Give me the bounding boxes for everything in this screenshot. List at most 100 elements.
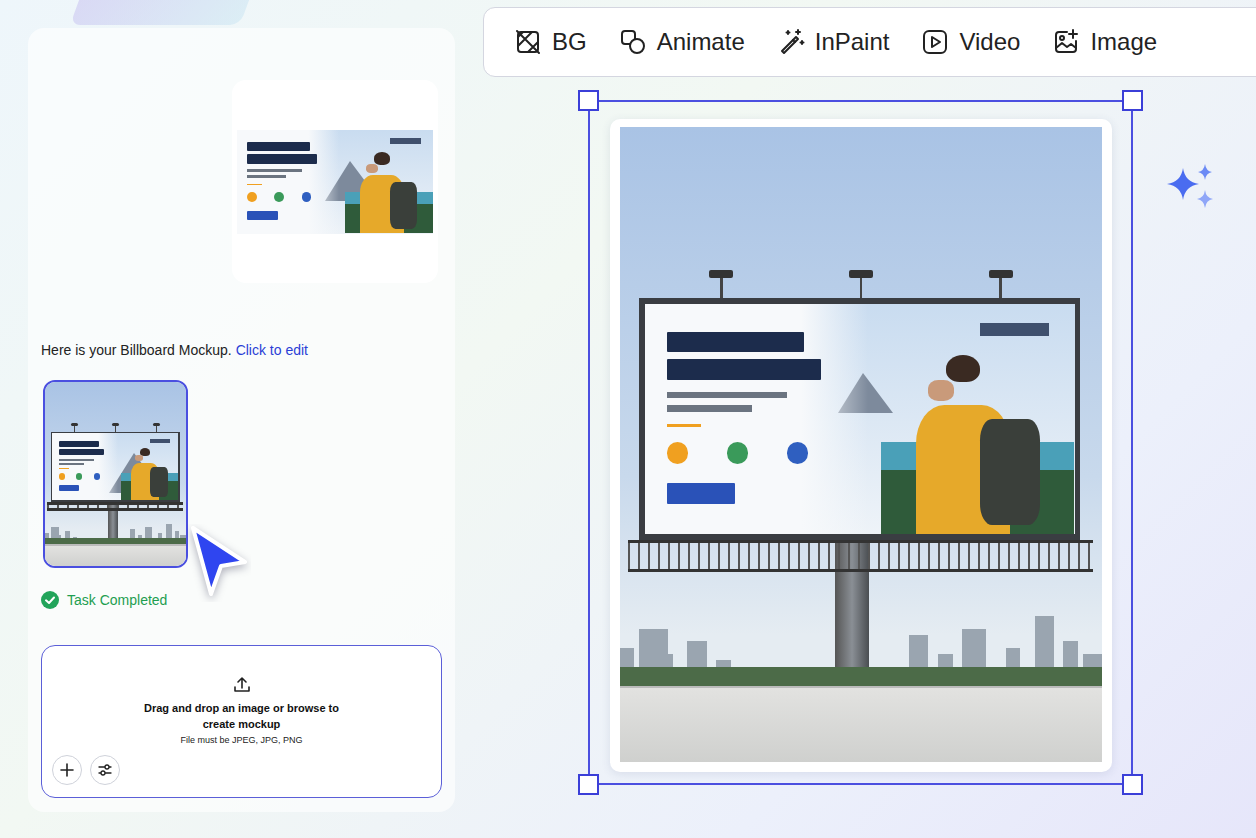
ad-feature-dot bbox=[727, 442, 748, 463]
toolbar-label: Image bbox=[1090, 24, 1157, 60]
video-icon bbox=[921, 28, 949, 56]
toolbar-item[interactable]: Image bbox=[1052, 24, 1157, 60]
ad-logo bbox=[980, 323, 1049, 337]
ad-backpack bbox=[390, 182, 417, 230]
message: Here is your Billboard Mockup.Click to e… bbox=[41, 340, 442, 360]
add-button[interactable] bbox=[52, 755, 82, 785]
sparkle-icon bbox=[1163, 162, 1217, 210]
ad-feature-dot bbox=[667, 442, 688, 463]
toolbar-label: Animate bbox=[657, 24, 745, 60]
ad-design-image bbox=[237, 130, 433, 234]
wall bbox=[45, 544, 186, 566]
bg-icon bbox=[514, 28, 542, 56]
ad-feature-dot bbox=[302, 192, 312, 202]
catwalk bbox=[628, 540, 1093, 572]
lamp-arm bbox=[999, 276, 1002, 298]
toolbar-item[interactable]: Video bbox=[921, 24, 1020, 60]
cursor-icon bbox=[187, 524, 251, 602]
task-status: Task Completed bbox=[41, 590, 442, 610]
resize-handle[interactable] bbox=[1122, 90, 1143, 111]
canvas-card bbox=[610, 119, 1112, 772]
upload-note: File must be JPEG, JPG, PNG bbox=[52, 733, 431, 747]
ad-feature-dot bbox=[76, 473, 82, 479]
animate-icon bbox=[619, 28, 647, 56]
ad-feature-dot bbox=[274, 192, 284, 202]
ad-accent bbox=[59, 468, 69, 469]
catwalk bbox=[47, 502, 183, 511]
ad-backpack bbox=[980, 419, 1040, 525]
upload-title: Drag and drop an image or browse to bbox=[52, 700, 431, 716]
billboard-board bbox=[51, 432, 180, 502]
lamp bbox=[71, 423, 78, 425]
result-thumbnail[interactable] bbox=[43, 380, 188, 568]
ad-person-face bbox=[135, 455, 143, 461]
upload-icon bbox=[232, 675, 252, 695]
result-thumbnail-wrap bbox=[43, 380, 188, 568]
chat-panel: Here is your Billboard Mockup.Click to e… bbox=[28, 28, 455, 812]
lamp-arm bbox=[860, 276, 863, 298]
ad-subline bbox=[667, 392, 787, 399]
ad-person-face bbox=[928, 380, 954, 401]
ad-logo bbox=[390, 138, 421, 144]
design-card[interactable] bbox=[232, 80, 438, 283]
trees bbox=[620, 667, 1102, 686]
wall bbox=[620, 686, 1102, 762]
lamp bbox=[709, 270, 733, 278]
ad-feature-dot bbox=[94, 473, 100, 479]
resize-handle[interactable] bbox=[578, 774, 599, 795]
toolbar-item[interactable]: BG bbox=[514, 24, 587, 60]
ad-feature-dot bbox=[59, 473, 65, 479]
ad-accent bbox=[667, 424, 701, 427]
ad-button bbox=[59, 485, 79, 491]
billboard-board bbox=[639, 298, 1080, 539]
canvas-area: BG Animate InPaint Video Image bbox=[483, 0, 1256, 812]
toolbar-label: Video bbox=[959, 24, 1020, 60]
sliders-icon bbox=[97, 762, 113, 778]
ad-subline bbox=[247, 175, 286, 178]
resize-handle[interactable] bbox=[578, 90, 599, 111]
lamp bbox=[153, 423, 160, 425]
ad-subline bbox=[59, 459, 94, 461]
ad-headline bbox=[59, 449, 104, 455]
ad-headline bbox=[247, 142, 310, 151]
upload-dropzone[interactable]: Drag and drop an image or browse to crea… bbox=[41, 645, 442, 798]
billboard-ad bbox=[645, 304, 1074, 534]
ad-headline bbox=[667, 359, 822, 380]
status-text: Task Completed bbox=[67, 590, 167, 610]
lamp bbox=[989, 270, 1013, 278]
lamp bbox=[849, 270, 873, 278]
upload-subtitle: create mockup bbox=[52, 716, 431, 732]
billboard-ad bbox=[52, 433, 178, 500]
settings-button[interactable] bbox=[90, 755, 120, 785]
message-text: Here is your Billboard Mockup. bbox=[41, 342, 232, 358]
ad-button bbox=[667, 483, 736, 504]
toolbar-item[interactable]: InPaint bbox=[777, 24, 890, 60]
lamp-arm bbox=[720, 276, 723, 298]
check-icon bbox=[41, 591, 59, 609]
ad-accent bbox=[247, 184, 263, 186]
plus-icon bbox=[59, 762, 75, 778]
billboard-image bbox=[620, 127, 1102, 762]
ad-feature-dot bbox=[247, 192, 257, 202]
ad-person-head bbox=[374, 152, 390, 164]
toolbar-label: InPaint bbox=[815, 24, 890, 60]
edit-link[interactable]: Click to edit bbox=[236, 342, 308, 358]
ad-subline bbox=[667, 405, 753, 412]
ad-person-head bbox=[946, 355, 980, 383]
image-icon bbox=[1052, 28, 1080, 56]
ad-logo bbox=[150, 439, 170, 443]
ad-person-face bbox=[366, 164, 378, 173]
toolbar: BG Animate InPaint Video Image bbox=[483, 7, 1256, 77]
lamp bbox=[112, 423, 119, 425]
upload-info: Drag and drop an image or browse to crea… bbox=[52, 672, 431, 747]
toolbar-label: BG bbox=[552, 24, 587, 60]
ad-headline bbox=[667, 332, 804, 353]
resize-handle[interactable] bbox=[1122, 774, 1143, 795]
ad-subline bbox=[247, 169, 302, 172]
ad-headline bbox=[247, 154, 318, 163]
ad-backpack bbox=[150, 467, 168, 498]
ad-headline bbox=[59, 441, 99, 447]
toolbar-item[interactable]: Animate bbox=[619, 24, 745, 60]
ad-subline bbox=[59, 463, 84, 465]
selection-frame[interactable] bbox=[588, 100, 1133, 785]
